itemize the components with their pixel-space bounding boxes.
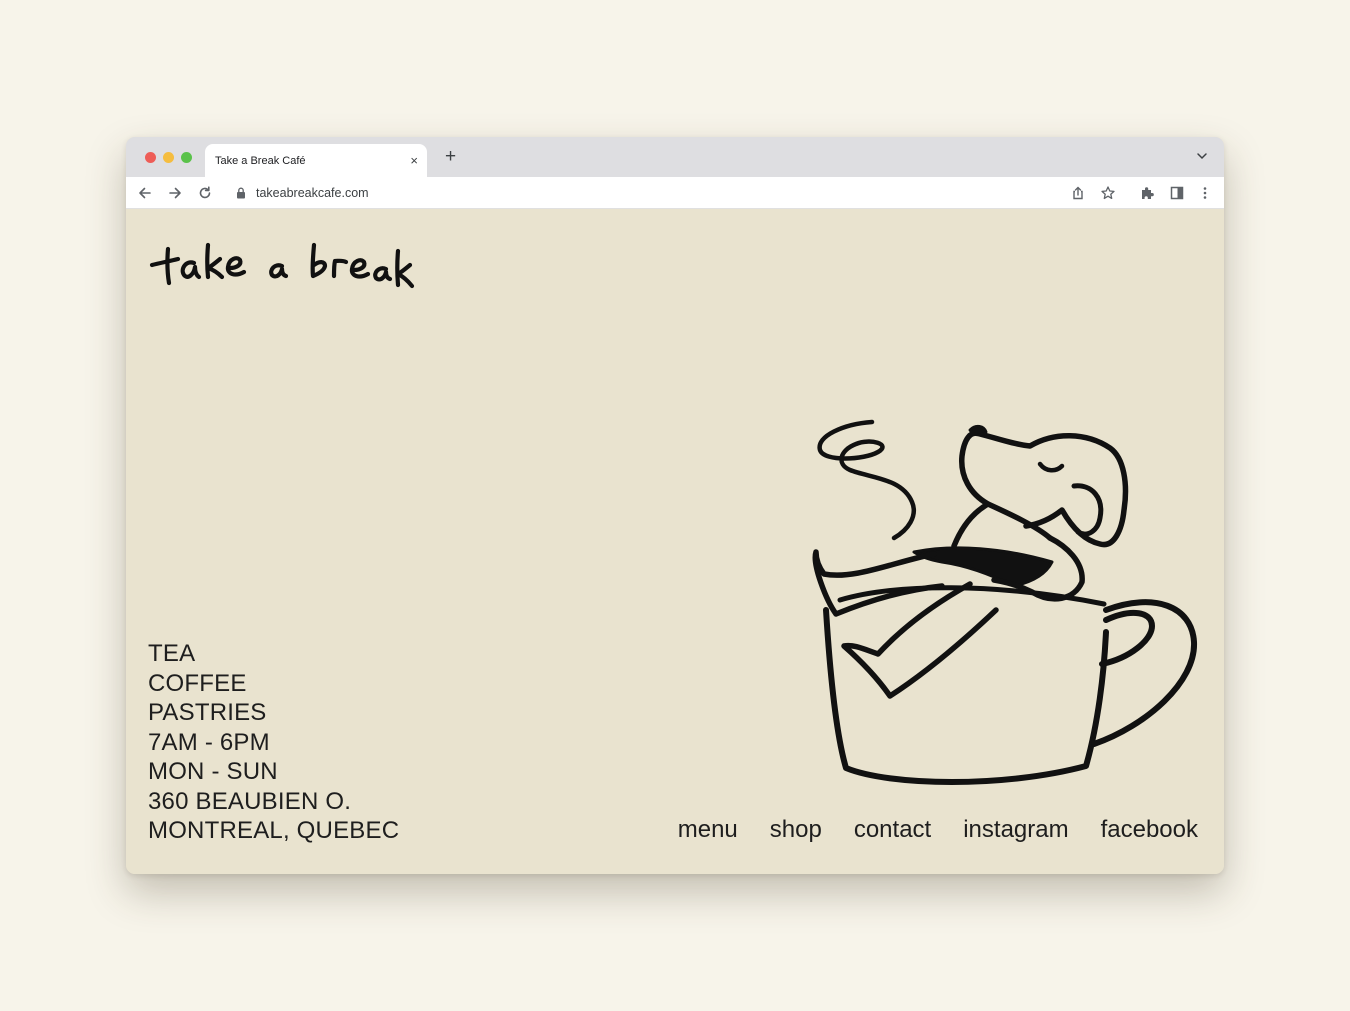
maximize-window-button[interactable] <box>181 152 192 163</box>
info-address: 360 BEAUBIEN O. <box>148 787 352 815</box>
info-tea: TEA <box>148 640 196 667</box>
back-arrow-icon[interactable] <box>137 185 153 201</box>
kebab-menu-icon[interactable] <box>1197 185 1213 201</box>
active-tab[interactable]: Take a Break Café × <box>205 144 427 177</box>
extensions-icon[interactable] <box>1139 185 1155 201</box>
site-nav: menu shop contact instagram facebook <box>678 816 1198 844</box>
chevron-down-icon[interactable] <box>1196 150 1208 162</box>
forward-arrow-icon[interactable] <box>167 185 183 201</box>
star-icon[interactable] <box>1100 185 1116 201</box>
close-window-button[interactable] <box>145 152 156 163</box>
new-tab-button[interactable]: + <box>445 146 456 168</box>
reload-icon[interactable] <box>197 185 213 201</box>
info-days: MON - SUN <box>148 758 278 785</box>
browser-window: Take a Break Café × + takeabreakcafe.com <box>126 137 1224 874</box>
cafe-info: TEA COFFEE PASTRIES 7AM - 6PM MON - SUN … <box>148 639 399 846</box>
info-hours: 7AM - 6PM <box>148 728 270 756</box>
lock-icon[interactable] <box>236 187 246 199</box>
tab-bar: Take a Break Café × + <box>126 137 1224 177</box>
address-toolbar: takeabreakcafe.com <box>126 177 1224 209</box>
tab-close-button[interactable]: × <box>410 153 418 168</box>
take-a-break-logo[interactable] <box>148 239 418 294</box>
side-panel-icon[interactable] <box>1169 185 1185 201</box>
nav-shop[interactable]: shop <box>770 816 822 844</box>
nav-menu[interactable]: menu <box>678 816 738 844</box>
website-content: TEA COFFEE PASTRIES 7AM - 6PM MON - SUN … <box>126 209 1224 874</box>
nav-facebook[interactable]: facebook <box>1101 816 1198 844</box>
minimize-window-button[interactable] <box>163 152 174 163</box>
info-city: MONTREAL, QUEBEC <box>148 817 400 844</box>
nav-instagram[interactable]: instagram <box>963 816 1068 844</box>
dog-in-cup-illustration <box>812 419 1198 785</box>
nav-contact[interactable]: contact <box>854 816 931 844</box>
url-bar[interactable]: takeabreakcafe.com <box>256 186 369 200</box>
share-icon[interactable] <box>1070 185 1086 201</box>
info-coffee: COFFEE <box>148 669 247 697</box>
info-pastries: PASTRIES <box>148 699 267 726</box>
tab-title: Take a Break Café <box>215 154 306 167</box>
